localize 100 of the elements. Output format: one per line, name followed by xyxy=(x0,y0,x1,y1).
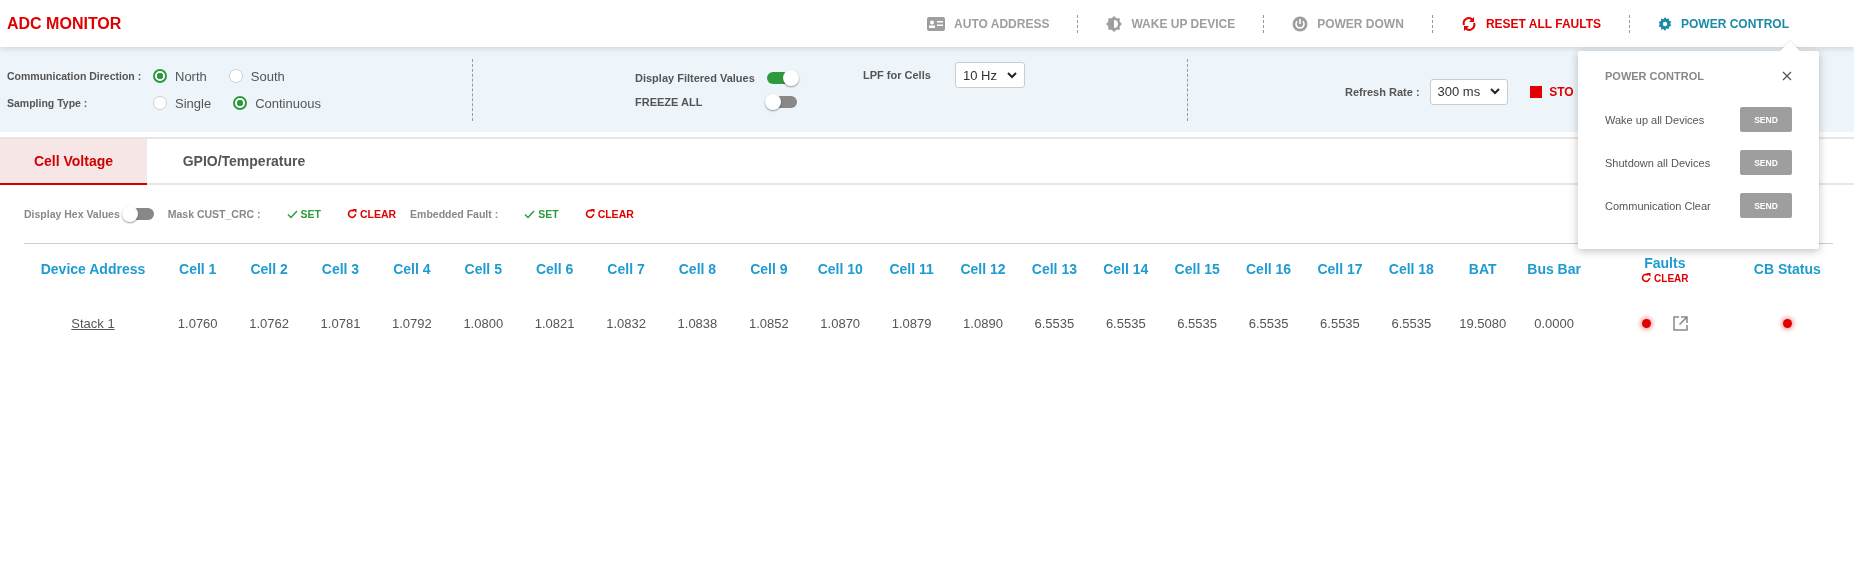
column-header: Cell 2 xyxy=(250,261,288,277)
refresh-icon xyxy=(1641,273,1652,283)
radio-circle[interactable] xyxy=(228,69,243,83)
column-header: Cell 3 xyxy=(321,261,360,277)
column-header: Cell 9 xyxy=(750,261,788,277)
table-cell: 19.5080 xyxy=(1459,315,1507,331)
radio-option[interactable]: North xyxy=(153,68,207,84)
clear-button[interactable]: CLEAR xyxy=(1641,272,1689,284)
table-cell: 1.0890 xyxy=(963,315,1003,331)
table-cell: 1.0792 xyxy=(392,315,432,331)
table-cell: 6.5535 xyxy=(1177,315,1218,331)
stop-button[interactable]: STO xyxy=(1549,84,1574,99)
header-action[interactable]: AUTO ADDRESS xyxy=(915,16,1062,31)
table-cell: 6.5535 xyxy=(1248,315,1289,331)
field-label: Display Filtered Values xyxy=(635,71,756,84)
header-action[interactable]: POWER CONTROL xyxy=(1646,16,1801,31)
refresh-icon xyxy=(584,209,595,219)
radio-circle[interactable] xyxy=(233,96,248,110)
column-header: CB Status xyxy=(1753,261,1821,277)
field-label: FREEZE ALL xyxy=(635,95,704,108)
radio-circle[interactable] xyxy=(153,96,167,110)
send-button[interactable]: SEND xyxy=(1740,150,1792,175)
check-icon xyxy=(524,209,536,219)
table-cell: 6.5535 xyxy=(1034,315,1075,331)
id-card-icon xyxy=(927,16,946,31)
field-label: Communication Direction : xyxy=(7,70,143,82)
column-header: Cell 5 xyxy=(464,261,502,277)
radio-option[interactable]: South xyxy=(228,68,285,84)
table-cell: 0.0000 xyxy=(1534,315,1574,331)
field-label: LPF for Cells xyxy=(863,69,932,81)
refresh-icon xyxy=(1460,15,1477,32)
column-header: Cell 10 xyxy=(817,261,863,277)
app-title: ADC MONITOR xyxy=(7,14,122,33)
radio-option[interactable]: Continuous xyxy=(233,95,321,111)
column-header: Cell 11 xyxy=(889,261,934,277)
table-cell: 1.0879 xyxy=(891,315,932,331)
column-header: Cell 4 xyxy=(393,261,431,277)
stop-icon xyxy=(1530,85,1543,98)
table-cell: 1.0800 xyxy=(463,315,504,331)
lpf-select[interactable]: 10 Hz xyxy=(955,62,1025,88)
radio-circle[interactable] xyxy=(153,69,167,83)
column-header: Cell 16 xyxy=(1246,261,1292,277)
field-label: Embedded Fault : xyxy=(410,208,499,220)
column-header: BAT xyxy=(1468,261,1497,277)
refresh-rate-select[interactable]: 300 ms xyxy=(1429,78,1509,105)
table-cell: 1.0781 xyxy=(320,315,361,331)
table-cell: 1.0821 xyxy=(534,315,575,331)
chevron-icon xyxy=(1490,88,1501,95)
set-button[interactable]: SET xyxy=(286,208,321,220)
power-icon xyxy=(1292,15,1309,32)
column-header: Cell 13 xyxy=(1031,261,1077,277)
chevron-icon xyxy=(1006,71,1017,79)
send-button[interactable]: SEND xyxy=(1740,193,1792,218)
column-header: Bus Bar xyxy=(1527,261,1581,277)
header-action[interactable]: WAKE UP DEVICE xyxy=(1094,15,1248,32)
field-label: Mask CUST_CRC : xyxy=(167,208,261,220)
popover-title: POWER CONTROL xyxy=(1605,70,1704,82)
close-icon[interactable] xyxy=(1782,71,1792,81)
settings-icon xyxy=(1658,16,1672,31)
option-label: Wake up all Devices xyxy=(1605,113,1705,126)
clear-button[interactable]: CLEAR xyxy=(346,208,397,220)
column-header: Cell 18 xyxy=(1388,261,1434,277)
refresh-icon xyxy=(346,209,357,219)
field-label: Refresh Rate : xyxy=(1344,85,1420,98)
header-action[interactable]: POWER DOWN xyxy=(1280,15,1416,32)
field-label: Display Hex Values xyxy=(24,208,120,220)
send-button[interactable]: SEND xyxy=(1740,107,1792,132)
set-button[interactable]: SET xyxy=(524,208,559,220)
table-cell: 1.0870 xyxy=(820,315,861,331)
table-cell: 1.0832 xyxy=(606,315,646,331)
option-label: Communication Clear xyxy=(1605,199,1711,212)
table-cell: 1.0762 xyxy=(249,315,289,331)
toggle-switch[interactable] xyxy=(767,95,797,108)
header-action[interactable]: RESET ALL FAULTS xyxy=(1448,15,1613,32)
device-link[interactable]: Stack 1 xyxy=(71,315,115,331)
column-header: Cell 7 xyxy=(607,261,645,277)
column-header: Cell 15 xyxy=(1174,261,1220,277)
column-header: Cell 12 xyxy=(960,261,1006,277)
table-cell: 1.0852 xyxy=(748,315,789,331)
column-header: Cell 6 xyxy=(535,261,574,277)
option-label: Shutdown all Devices xyxy=(1605,156,1711,169)
column-header: Cell 8 xyxy=(678,261,717,277)
table-cell: 1.0760 xyxy=(177,315,218,331)
table-cell: 6.5535 xyxy=(1105,315,1146,331)
check-icon xyxy=(286,209,298,219)
table-cell: 6.5535 xyxy=(1391,315,1432,331)
radio-option[interactable]: Single xyxy=(153,95,212,111)
tab[interactable]: Cell Voltage xyxy=(0,139,147,185)
column-header: Cell 1 xyxy=(179,261,217,277)
column-header: Faults xyxy=(1644,254,1686,271)
toggle-switch[interactable] xyxy=(123,208,154,220)
column-header: Device Address xyxy=(40,261,146,277)
table-cell: 1.0838 xyxy=(677,315,718,331)
table-cell: 6.5535 xyxy=(1320,315,1360,331)
clear-button[interactable]: CLEAR xyxy=(584,208,634,220)
column-header: Cell 14 xyxy=(1103,261,1149,277)
column-header: Cell 17 xyxy=(1317,261,1363,277)
toggle-switch[interactable] xyxy=(767,71,797,84)
brightness-icon xyxy=(1106,15,1123,32)
open-external-icon[interactable] xyxy=(1672,315,1688,331)
